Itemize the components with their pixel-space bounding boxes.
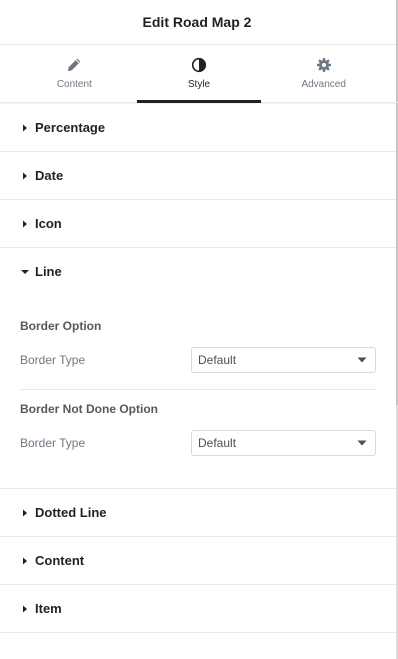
border-not-done-type-select[interactable]: Default xyxy=(191,430,376,456)
caret-right-icon xyxy=(23,172,27,179)
section-title: Date xyxy=(35,168,64,183)
border-not-done-heading: Border Not Done Option xyxy=(20,402,158,416)
section-title: Percentage xyxy=(35,120,106,135)
divider xyxy=(20,389,376,390)
chevron-down-icon xyxy=(357,440,367,446)
contrast-icon xyxy=(191,57,207,73)
section-toggle-percentage[interactable]: Percentage xyxy=(0,104,398,151)
panel-title: Edit Road Map 2 xyxy=(142,14,252,30)
tab-content[interactable]: Content xyxy=(12,45,137,102)
section-title: Icon xyxy=(35,216,62,231)
section-content: Content xyxy=(0,537,398,585)
section-item: Item xyxy=(0,585,398,633)
panel-tabs: Content Style Advanced xyxy=(0,45,398,103)
tab-label: Style xyxy=(187,79,211,90)
section-dotted-line: Dotted Line xyxy=(0,489,398,537)
section-toggle-item[interactable]: Item xyxy=(0,585,398,632)
section-title: Dotted Line xyxy=(35,505,107,520)
panel-header: Edit Road Map 2 xyxy=(0,0,398,45)
tab-label: Advanced xyxy=(301,79,346,90)
caret-right-icon xyxy=(23,557,27,564)
caret-down-icon xyxy=(21,269,29,274)
section-line: Line Border Option Border Type Default B… xyxy=(0,248,398,489)
border-not-done-type-row: Border Type Default xyxy=(20,430,376,456)
caret-right-icon xyxy=(23,220,27,227)
select-value: Default xyxy=(198,436,237,450)
section-toggle-date[interactable]: Date xyxy=(0,152,398,199)
section-icon: Icon xyxy=(0,200,398,248)
chevron-down-icon xyxy=(357,357,367,363)
pencil-icon xyxy=(68,58,81,72)
section-toggle-line[interactable]: Line xyxy=(0,248,398,295)
line-section-body: Border Option Border Type Default Border… xyxy=(0,319,398,488)
tab-style[interactable]: Style xyxy=(136,45,262,103)
select-value: Default xyxy=(198,353,237,367)
caret-right-icon xyxy=(23,509,27,516)
border-type-select[interactable]: Default xyxy=(191,347,376,373)
section-toggle-dotted-line[interactable]: Dotted Line xyxy=(0,489,398,536)
caret-right-icon xyxy=(23,605,27,612)
section-toggle-icon[interactable]: Icon xyxy=(0,200,398,247)
border-type-label: Border Type xyxy=(20,436,86,450)
section-title: Content xyxy=(35,553,85,568)
gear-icon xyxy=(316,58,331,72)
tab-label: Content xyxy=(56,79,92,90)
section-title: Item xyxy=(35,601,62,616)
border-type-row: Border Type Default xyxy=(20,347,376,373)
section-title: Line xyxy=(35,264,62,279)
tab-advanced[interactable]: Advanced xyxy=(261,45,386,102)
border-type-label: Border Type xyxy=(20,353,86,367)
section-toggle-content[interactable]: Content xyxy=(0,537,398,584)
caret-right-icon xyxy=(23,124,27,131)
border-option-heading: Border Option xyxy=(20,319,102,333)
section-percentage: Percentage xyxy=(0,104,398,152)
section-date: Date xyxy=(0,152,398,200)
